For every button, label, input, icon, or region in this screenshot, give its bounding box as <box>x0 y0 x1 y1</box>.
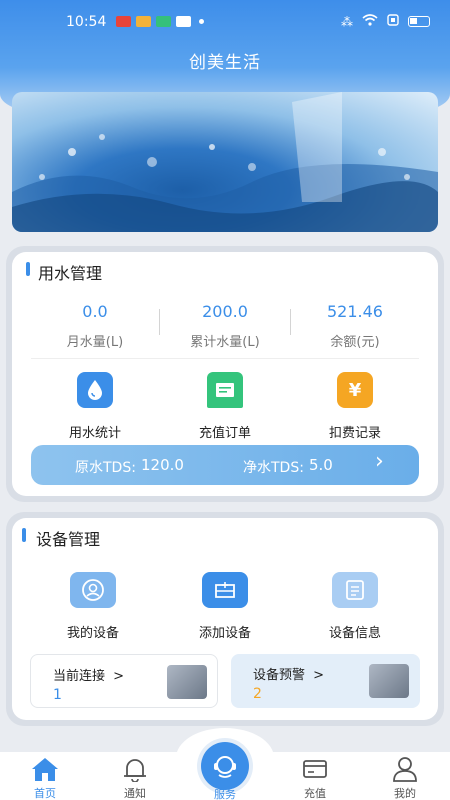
raw-tds-value: 120.0 <box>141 456 184 474</box>
stat-value: 521.46 <box>327 302 383 321</box>
pure-tds-label: 净水TDS: <box>243 460 304 476</box>
recharge-orders-button[interactable]: 充值订单 <box>170 372 280 441</box>
chevron-right-icon: › <box>375 449 384 474</box>
tds-summary-bar[interactable]: 原水TDS: 120.0 净水TDS: 5.0 › <box>31 445 419 485</box>
deduction-records-button[interactable]: ¥ 扣费记录 <box>300 372 410 441</box>
system-icons: ⁂ <box>341 14 430 29</box>
tile-label: 设备信息 <box>328 626 381 641</box>
device-management-title: 设备管理 <box>36 530 101 549</box>
section-marker <box>26 262 30 276</box>
balance-stat[interactable]: 521.46 余额(元) <box>290 302 420 350</box>
add-device-icon <box>202 572 248 608</box>
device-info-icon <box>332 572 378 608</box>
water-banner-image[interactable] <box>12 92 438 232</box>
service-center-button[interactable] <box>201 742 249 790</box>
tab-label: 充值 <box>304 787 326 800</box>
raw-tds-label: 原水TDS: <box>75 460 136 476</box>
notification-app-icon <box>156 16 171 27</box>
panel-title-text: 当前连接 <box>53 669 106 684</box>
chevron-right-icon: > <box>113 669 125 684</box>
notification-app-icon <box>176 16 191 27</box>
more-notifications-dot <box>199 19 204 24</box>
water-statistics-button[interactable]: 用水统计 <box>40 372 150 441</box>
tile-label: 用水统计 <box>68 426 121 441</box>
battery-icon <box>408 16 430 27</box>
user-icon <box>393 757 417 782</box>
vibrate-icon: ⁂ <box>341 14 353 29</box>
device-user-icon <box>70 572 116 608</box>
status-bar: 10:54 ⁂ <box>0 0 450 44</box>
tile-label: 充值订单 <box>198 426 251 441</box>
tab-notify[interactable]: 通知 <box>100 756 170 800</box>
tile-label: 扣费记录 <box>328 426 381 441</box>
tab-label: 服务 <box>214 788 236 800</box>
monthly-water-stat[interactable]: 0.0 月水量(L) <box>30 302 160 350</box>
stat-label: 累计水量(L) <box>190 335 260 350</box>
current-connection-count: 1 <box>53 687 62 703</box>
tab-label: 首页 <box>34 787 56 800</box>
current-connection-panel[interactable]: 当前连接 > 1 <box>30 654 218 708</box>
divider <box>31 358 419 359</box>
yen-icon: ¥ <box>337 372 373 408</box>
device-warning-panel[interactable]: 设备预警 > 2 <box>231 654 420 708</box>
device-info-button[interactable]: 设备信息 <box>300 572 410 641</box>
device-warning-title: 设备预警 > <box>253 664 324 683</box>
tab-label: 通知 <box>124 787 146 800</box>
chevron-right-icon: > <box>313 668 325 683</box>
tab-recharge[interactable]: 充值 <box>280 756 350 800</box>
wifi-icon <box>362 14 378 29</box>
sim-icon <box>387 14 399 29</box>
tab-mine[interactable]: 我的 <box>370 756 440 800</box>
tile-label: 添加设备 <box>198 626 251 641</box>
notification-app-icon <box>116 16 131 27</box>
my-devices-button[interactable]: 我的设备 <box>38 572 148 641</box>
stat-value: 0.0 <box>82 302 108 321</box>
home-icon <box>32 758 58 781</box>
card-icon <box>303 760 327 778</box>
stat-label: 余额(元) <box>330 335 380 350</box>
water-management-title: 用水管理 <box>38 264 103 283</box>
add-device-button[interactable]: 添加设备 <box>170 572 280 641</box>
notification-icons <box>116 16 204 27</box>
bell-icon <box>124 759 146 782</box>
tab-service[interactable]: 服务 <box>190 786 260 800</box>
stat-label: 月水量(L) <box>66 335 124 350</box>
tab-label: 我的 <box>394 787 416 800</box>
page-title: 创美生活 <box>189 53 261 73</box>
warning-thumbnail-image <box>369 664 409 698</box>
total-water-stat[interactable]: 200.0 累计水量(L) <box>160 302 290 350</box>
pure-tds-value: 5.0 <box>309 456 333 474</box>
receipt-icon <box>207 372 243 408</box>
current-connection-title: 当前连接 > <box>53 665 124 684</box>
device-warning-count: 2 <box>253 686 262 702</box>
headset-icon <box>214 756 236 778</box>
tile-label: 我的设备 <box>66 626 119 641</box>
panel-title-text: 设备预警 <box>253 668 306 683</box>
status-time: 10:54 <box>66 14 107 30</box>
stat-value: 200.0 <box>202 302 248 321</box>
notification-app-icon <box>136 16 151 27</box>
water-drop-icon <box>77 372 113 408</box>
section-marker <box>22 528 26 542</box>
device-thumbnail-image <box>167 665 207 699</box>
tab-home[interactable]: 首页 <box>10 756 80 800</box>
